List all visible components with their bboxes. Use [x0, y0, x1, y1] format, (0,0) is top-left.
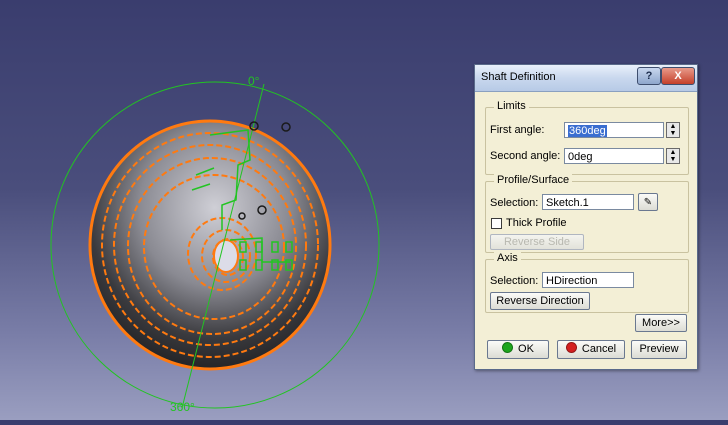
profile-surface-group: Profile/Surface Selection: Sketch.1 ✎ Th…: [485, 174, 689, 253]
more-button[interactable]: More>>: [635, 314, 687, 332]
cancel-button[interactable]: Cancel: [557, 340, 625, 359]
dialog-title: Shaft Definition: [481, 71, 556, 83]
thick-profile-label: Thick Profile: [506, 217, 567, 229]
axis-group-label: Axis: [494, 252, 521, 264]
axis-selection-label: Selection:: [490, 275, 539, 287]
first-angle-value: 360deg: [568, 125, 607, 137]
bottom-angle-label: 360°: [170, 400, 195, 414]
help-button[interactable]: ?: [637, 67, 661, 85]
ok-button[interactable]: OK: [487, 340, 549, 359]
top-angle-label: 0°: [248, 74, 260, 88]
revolved-part: [88, 119, 332, 371]
cancel-label: Cancel: [581, 343, 617, 355]
second-angle-input[interactable]: 0deg: [564, 148, 664, 164]
dialog-titlebar[interactable]: Shaft Definition ? X: [475, 65, 697, 92]
axis-group: Axis Selection: HDirection Reverse Direc…: [485, 252, 689, 313]
limits-group-label: Limits: [494, 100, 529, 112]
first-angle-spinner[interactable]: ▲ ▼: [666, 122, 680, 138]
second-angle-spinner[interactable]: ▲ ▼: [666, 148, 680, 164]
close-button[interactable]: X: [661, 67, 695, 85]
preview-button[interactable]: Preview: [631, 340, 687, 359]
ok-label: OK: [518, 343, 534, 355]
shaft-definition-dialog: Shaft Definition ? X Limits First angle:…: [474, 64, 698, 370]
sketch-pencil-icon: ✎: [643, 197, 653, 208]
limits-group: Limits First angle: 360deg ▲ ▼ Second ang…: [485, 100, 689, 175]
first-angle-input[interactable]: 360deg: [564, 122, 664, 138]
profile-selection-label: Selection:: [490, 197, 539, 209]
first-angle-label: First angle:: [490, 124, 545, 136]
reverse-side-button[interactable]: Reverse Side: [490, 234, 584, 250]
sketch-edit-button[interactable]: ✎: [638, 193, 658, 211]
profile-selection-input[interactable]: Sketch.1: [542, 194, 634, 210]
thick-profile-checkbox[interactable]: [491, 218, 502, 229]
second-angle-label: Second angle:: [490, 150, 561, 162]
axis-selection-input[interactable]: HDirection: [542, 272, 634, 288]
profile-group-label: Profile/Surface: [494, 174, 573, 186]
ok-icon: [502, 342, 514, 353]
cancel-icon: [565, 342, 577, 353]
reverse-direction-button[interactable]: Reverse Direction: [490, 292, 590, 310]
